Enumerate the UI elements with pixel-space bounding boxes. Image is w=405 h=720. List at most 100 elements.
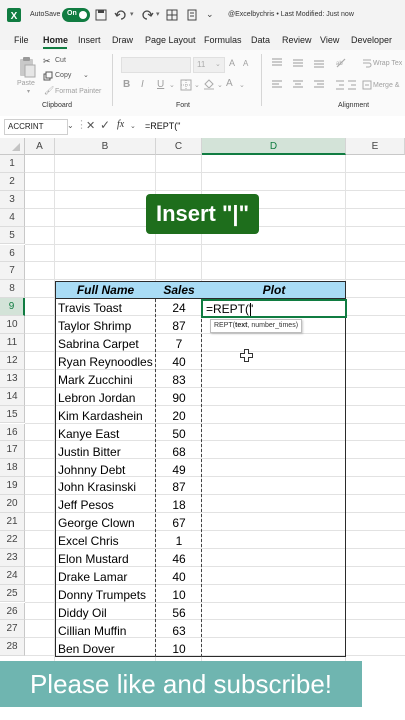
tab-home[interactable]: Home	[43, 35, 68, 45]
name-cell[interactable]: Taylor Shrimp	[58, 317, 154, 335]
function-tooltip[interactable]: REPT(text, number_times)	[210, 319, 303, 333]
active-cell-content[interactable]: =REPT("	[206, 302, 253, 316]
sales-cell[interactable]: 10	[156, 640, 202, 658]
name-cell[interactable]: Justin Bitter	[58, 443, 154, 461]
header-sales[interactable]: Sales	[156, 281, 202, 299]
sales-cell[interactable]: 24	[156, 299, 202, 317]
copy-label[interactable]: Copy	[55, 72, 71, 79]
italic-button[interactable]: I	[141, 79, 144, 90]
name-cell[interactable]: Elon Mustard	[58, 550, 154, 568]
row-header-25[interactable]: 25	[0, 584, 25, 603]
header-full-name[interactable]: Full Name	[55, 281, 156, 299]
row-header-8[interactable]: 8	[0, 280, 25, 299]
sales-cell[interactable]: 87	[156, 317, 202, 335]
column-header-b[interactable]: B	[55, 138, 156, 155]
sales-cell[interactable]: 83	[156, 371, 202, 389]
tab-data[interactable]: Data	[251, 35, 270, 45]
name-cell[interactable]: Excel Chris	[58, 532, 154, 550]
row-header-14[interactable]: 14	[0, 387, 25, 406]
tab-file[interactable]: File	[14, 35, 29, 45]
horizontal-align-icons[interactable]	[270, 79, 330, 91]
name-cell[interactable]: Sabrina Carpet	[58, 335, 154, 353]
name-cell[interactable]: Ben Dover	[58, 640, 154, 658]
row-header-18[interactable]: 18	[0, 459, 25, 478]
sales-cell[interactable]: 50	[156, 425, 202, 443]
grid-icon[interactable]	[166, 9, 178, 21]
column-header-a[interactable]: A	[25, 138, 55, 155]
name-cell[interactable]: Drake Lamar	[58, 568, 154, 586]
paste-icon[interactable]	[18, 56, 36, 78]
tab-draw[interactable]: Draw	[112, 35, 133, 45]
redo-dropdown-icon[interactable]: ▾	[156, 10, 160, 18]
indent-icons[interactable]	[335, 79, 357, 91]
name-box[interactable]: ACCRINT	[4, 119, 68, 135]
fill-color-icon[interactable]	[203, 78, 215, 90]
sales-cell[interactable]: 40	[156, 568, 202, 586]
name-cell[interactable]: Travis Toast	[58, 299, 154, 317]
cut-label[interactable]: Cut	[55, 57, 66, 64]
row-header-17[interactable]: 17	[0, 441, 25, 460]
row-header-19[interactable]: 19	[0, 477, 25, 496]
sales-cell[interactable]: 68	[156, 443, 202, 461]
autosave-toggle[interactable]: On	[62, 8, 90, 22]
tab-review[interactable]: Review	[282, 35, 312, 45]
row-header-23[interactable]: 23	[0, 548, 25, 567]
sales-cell[interactable]: 10	[156, 586, 202, 604]
increase-font-icon[interactable]: A	[229, 58, 235, 68]
font-color-dropdown-icon[interactable]: ⌄	[239, 81, 245, 89]
row-header-5[interactable]: 5	[0, 226, 25, 245]
cancel-entry-icon[interactable]: ✕	[86, 119, 95, 132]
column-header-e[interactable]: E	[346, 138, 405, 155]
font-size-dropdown-icon[interactable]: ⌄	[215, 60, 221, 68]
sales-cell[interactable]: 67	[156, 514, 202, 532]
name-cell[interactable]: Donny Trumpets	[58, 586, 154, 604]
row-header-15[interactable]: 15	[0, 405, 25, 424]
row-header-26[interactable]: 26	[0, 602, 25, 621]
row-header-22[interactable]: 22	[0, 530, 25, 549]
name-cell[interactable]: Jeff Pesos	[58, 496, 154, 514]
header-plot[interactable]: Plot	[202, 281, 346, 299]
tab-developer[interactable]: Developer	[351, 35, 392, 45]
sales-cell[interactable]: 40	[156, 353, 202, 371]
row-header-2[interactable]: 2	[0, 172, 25, 191]
tab-insert[interactable]: Insert	[78, 35, 101, 45]
merge-label[interactable]: Merge &	[373, 82, 399, 89]
top-align-icons[interactable]	[270, 57, 330, 69]
row-header-21[interactable]: 21	[0, 513, 25, 531]
name-cell[interactable]: George Clown	[58, 514, 154, 532]
name-cell[interactable]: Kanye East	[58, 425, 154, 443]
sales-cell[interactable]: 49	[156, 461, 202, 479]
borders-dropdown-icon[interactable]: ⌄	[194, 81, 200, 89]
name-box-dropdown-icon[interactable]: ⌄	[67, 121, 74, 130]
row-header-11[interactable]: 11	[0, 334, 25, 352]
row-header-16[interactable]: 16	[0, 423, 25, 442]
row-header-7[interactable]: 7	[0, 262, 25, 281]
borders-icon[interactable]	[180, 79, 192, 91]
row-header-13[interactable]: 13	[0, 369, 25, 388]
column-header-c[interactable]: C	[156, 138, 202, 155]
sales-cell[interactable]: 87	[156, 478, 202, 496]
copy-icon[interactable]	[43, 71, 53, 81]
row-header-1[interactable]: 1	[0, 155, 25, 173]
row-header-3[interactable]: 3	[0, 190, 25, 209]
tab-page-layout[interactable]: Page Layout	[145, 35, 196, 45]
select-all-corner[interactable]	[0, 138, 25, 155]
row-header-24[interactable]: 24	[0, 566, 25, 585]
name-cell[interactable]: Kim Kardashein	[58, 407, 154, 425]
sales-cell[interactable]: 20	[156, 407, 202, 425]
column-header-d[interactable]: D	[202, 138, 346, 155]
row-header-4[interactable]: 4	[0, 208, 25, 227]
underline-button[interactable]: U	[157, 79, 164, 90]
name-cell[interactable]: Diddy Oil	[58, 604, 154, 622]
undo-icon[interactable]	[114, 8, 128, 22]
customize-toolbar-icon[interactable]: ⌄	[206, 9, 214, 20]
decrease-font-icon[interactable]: A	[243, 59, 248, 68]
wrap-text-label[interactable]: Wrap Tex	[373, 60, 402, 67]
fx-dropdown-icon[interactable]: ⌄	[130, 122, 136, 130]
active-cell-d9[interactable]: =REPT("	[201, 299, 347, 318]
sales-cell[interactable]: 18	[156, 496, 202, 514]
tab-formulas[interactable]: Formulas	[204, 35, 242, 45]
format-painter-icon[interactable]: 🖌	[44, 86, 54, 95]
row-header-10[interactable]: 10	[0, 316, 25, 334]
row-header-9[interactable]: 9	[0, 298, 25, 317]
